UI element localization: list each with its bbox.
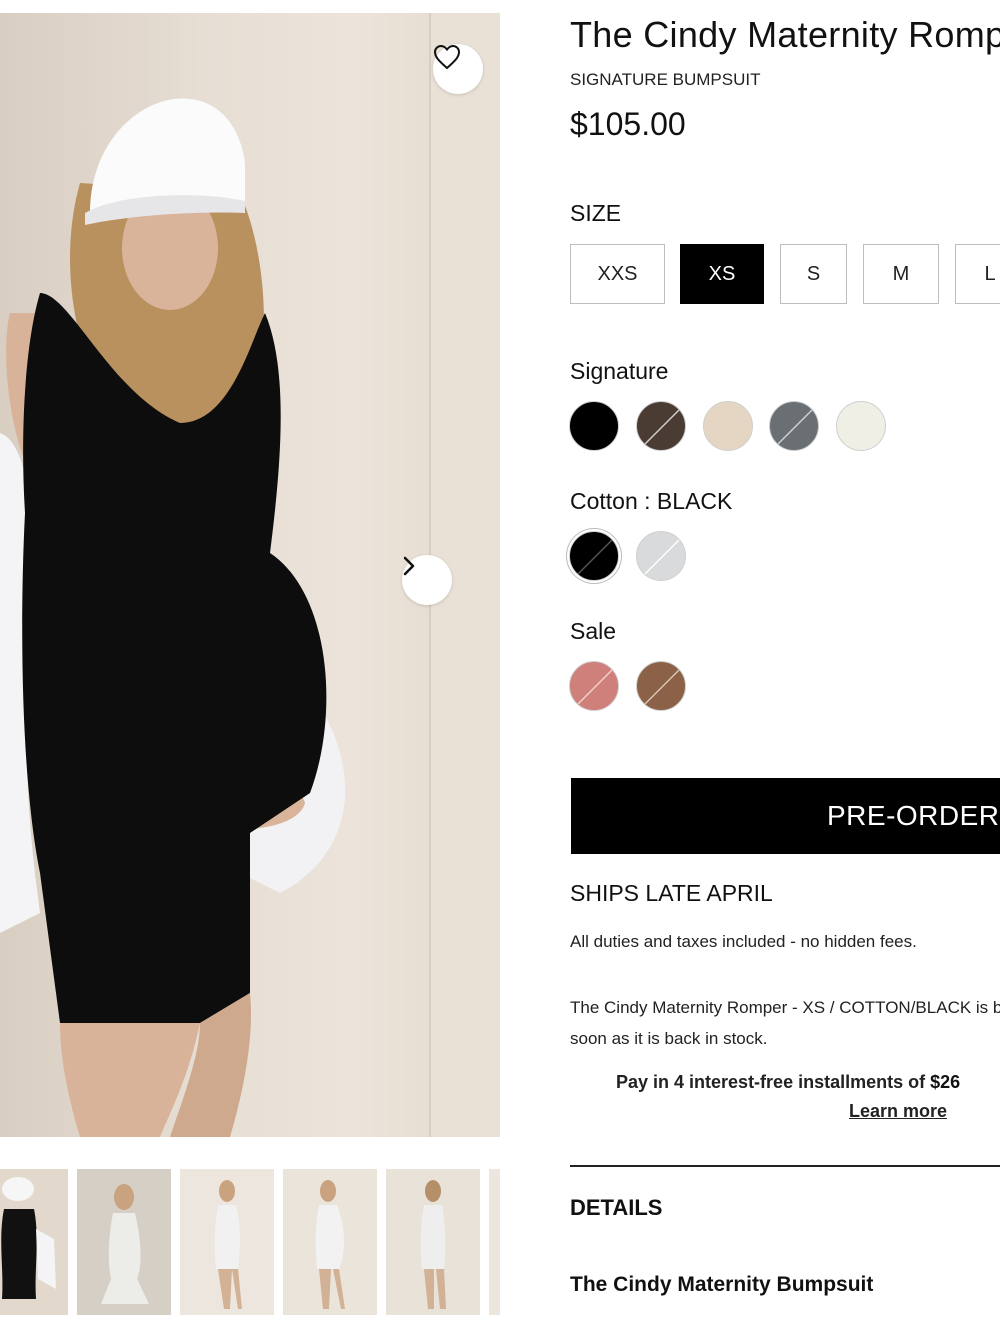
unavailable-slash-icon <box>644 539 680 575</box>
swatch-cotton-light-grey[interactable] <box>636 531 686 581</box>
sale-label: Sale <box>570 618 617 644</box>
details-subheading: The Cindy Maternity Bumpsuit <box>570 1273 874 1296</box>
cotton-label: Cotton : BLACK <box>570 488 733 514</box>
unavailable-slash-icon <box>644 669 680 705</box>
installments-message: Pay in 4 interest-free installments of $… <box>616 1072 960 1093</box>
thumbnail-2[interactable] <box>77 1169 171 1315</box>
thumbnail-photo <box>0 1169 68 1315</box>
thumbnail-photo <box>283 1169 377 1315</box>
thumbnail-3[interactable] <box>180 1169 274 1315</box>
swatch-cotton-black[interactable] <box>569 531 619 581</box>
size-option-l[interactable]: L <box>955 244 1000 304</box>
swatch-signature-grey[interactable] <box>769 401 819 451</box>
installments-text: Pay in 4 interest-free installments of <box>616 1072 931 1092</box>
unavailable-slash-icon <box>777 409 813 445</box>
size-option-s[interactable]: S <box>780 244 847 304</box>
thumbnail-4[interactable] <box>283 1169 377 1315</box>
size-label: SIZE <box>570 200 622 226</box>
product-title: The Cindy Maternity Romp <box>570 14 1000 55</box>
thumbnail-photo <box>180 1169 274 1315</box>
wishlist-button[interactable] <box>433 44 483 94</box>
swatch-signature-beige[interactable] <box>703 401 753 451</box>
product-subtitle: SIGNATURE BUMPSUIT <box>570 70 761 89</box>
size-option-m[interactable]: M <box>863 244 939 304</box>
back-in-stock-note: The Cindy Maternity Romper - XS / COTTON… <box>570 992 1000 1054</box>
back-in-stock-line-1: The Cindy Maternity Romper - XS / COTTON… <box>570 998 1000 1017</box>
ships-status: SHIPS LATE APRIL <box>570 880 773 906</box>
unavailable-slash-icon <box>577 669 613 705</box>
thumbnail-5[interactable] <box>386 1169 480 1315</box>
learn-more-link[interactable]: Learn more <box>849 1101 947 1122</box>
installments-amount: $26 <box>930 1072 961 1092</box>
swatch-signature-ivory[interactable] <box>836 401 886 451</box>
thumbnail-6[interactable] <box>489 1169 500 1315</box>
thumbnail-strip <box>0 1169 500 1315</box>
heart-icon <box>433 44 461 70</box>
size-option-xxs[interactable]: XXS <box>570 244 665 304</box>
next-image-button[interactable] <box>402 555 452 605</box>
unavailable-slash-icon <box>577 539 613 575</box>
section-divider <box>570 1165 1000 1167</box>
chevron-right-icon <box>403 556 415 576</box>
thumbnail-1[interactable] <box>0 1169 68 1315</box>
thumbnail-photo <box>386 1169 480 1315</box>
thumbnail-photo <box>489 1169 500 1315</box>
thumbnail-photo <box>77 1169 171 1315</box>
size-option-xs[interactable]: XS <box>680 244 764 304</box>
preorder-button[interactable]: PRE-ORDER <box>571 778 1000 854</box>
product-price: $105.00 <box>570 106 686 142</box>
details-heading[interactable]: DETAILS <box>570 1195 662 1221</box>
duties-note: All duties and taxes included - no hidde… <box>570 932 917 951</box>
swatch-signature-brown[interactable] <box>636 401 686 451</box>
back-in-stock-line-2: soon as it is back in stock. <box>570 1029 768 1048</box>
product-main-image[interactable] <box>0 13 500 1137</box>
signature-label: Signature <box>570 358 669 384</box>
unavailable-slash-icon <box>644 409 680 445</box>
swatch-sale-mocha[interactable] <box>636 661 686 711</box>
swatch-sale-rose[interactable] <box>569 661 619 711</box>
preorder-button-label: PRE-ORDER <box>827 800 1000 831</box>
swatch-signature-black[interactable] <box>569 401 619 451</box>
